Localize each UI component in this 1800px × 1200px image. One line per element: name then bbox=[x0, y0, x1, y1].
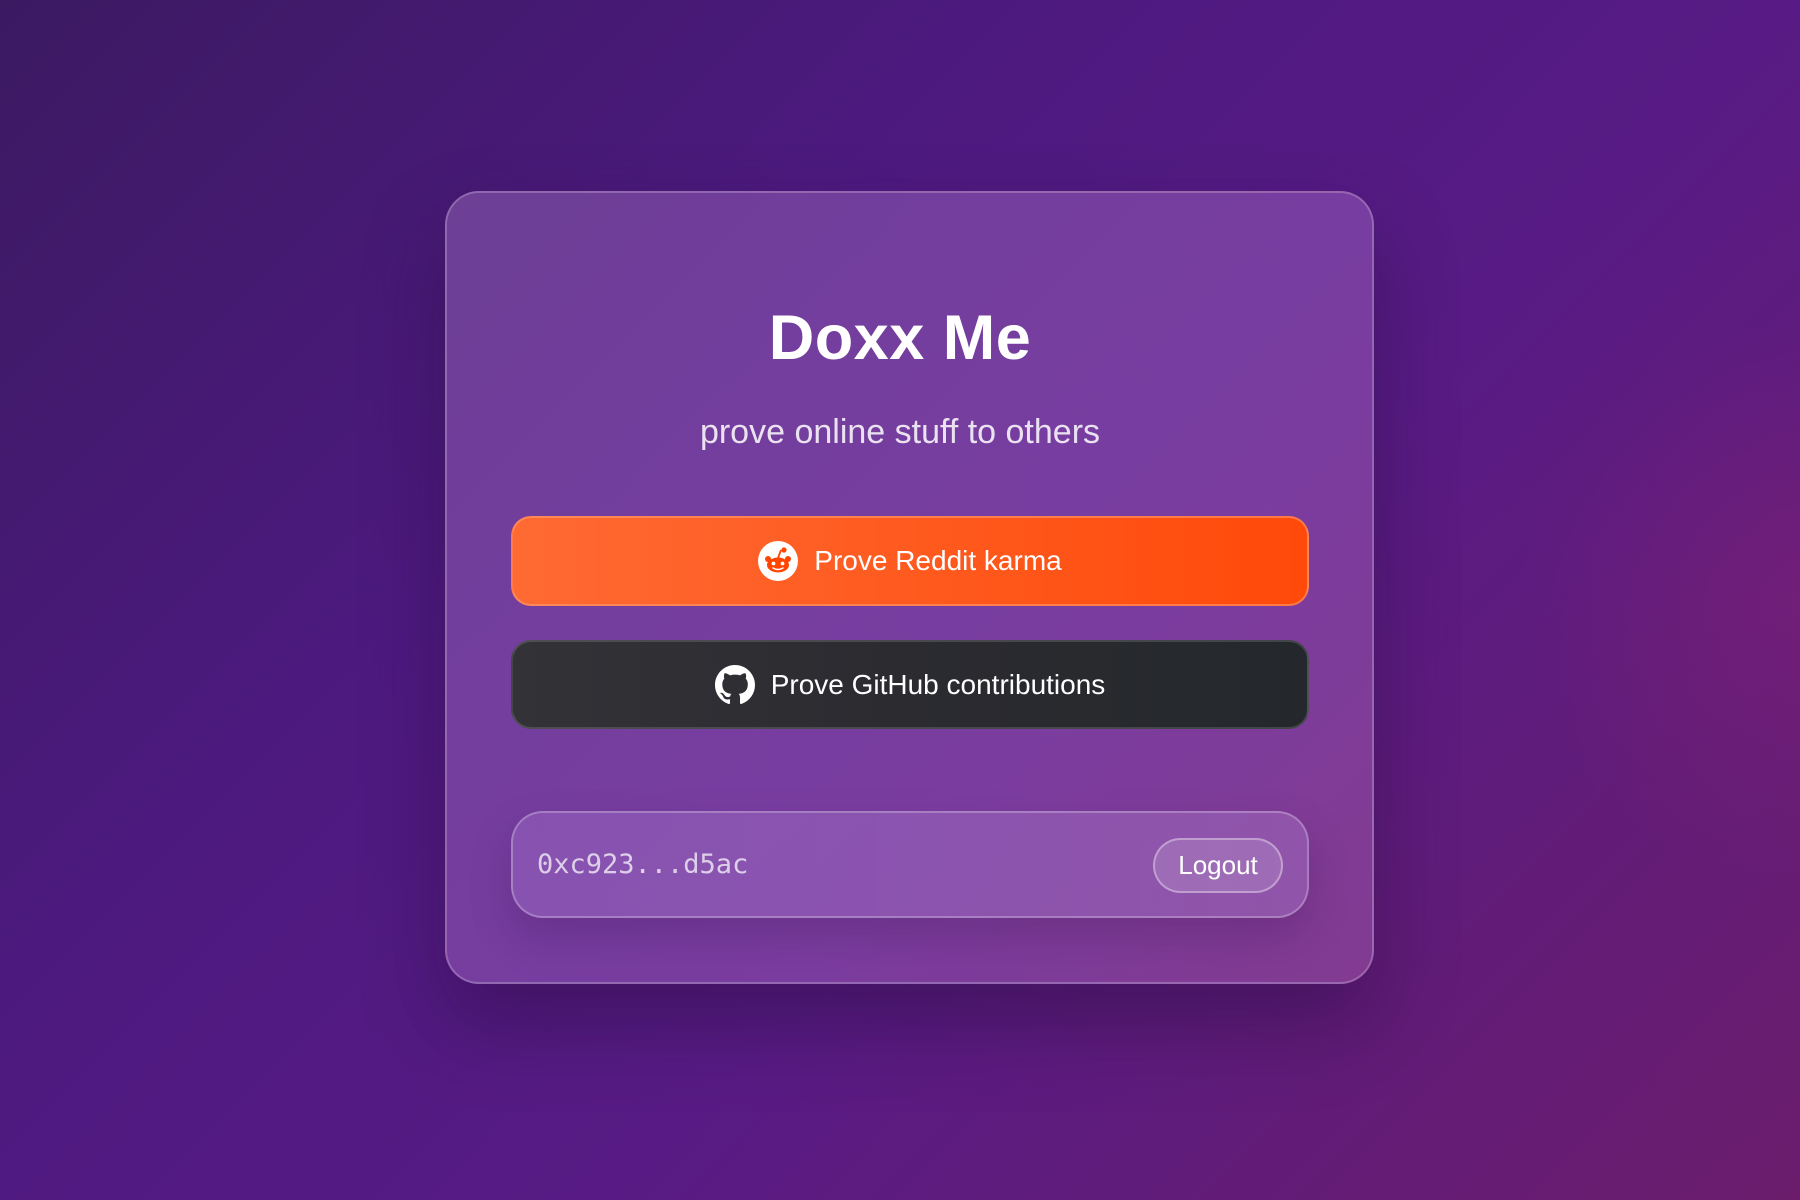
prove-github-contributions-button[interactable]: Prove GitHub contributions bbox=[511, 640, 1309, 729]
wallet-status-bar: 0xc923...d5ac Logout bbox=[511, 811, 1309, 918]
github-icon bbox=[714, 664, 755, 705]
logout-button[interactable]: Logout bbox=[1153, 838, 1283, 893]
github-button-label: Prove GitHub contributions bbox=[770, 668, 1106, 700]
page-title: Doxx Me bbox=[768, 303, 1032, 373]
page-subtitle: prove online stuff to others bbox=[699, 413, 1101, 451]
wallet-address: 0xc923...d5ac bbox=[537, 849, 749, 880]
reddit-icon bbox=[758, 541, 799, 581]
prove-reddit-karma-button[interactable]: Prove Reddit karma bbox=[511, 516, 1309, 606]
reddit-button-label: Prove Reddit karma bbox=[814, 545, 1062, 576]
